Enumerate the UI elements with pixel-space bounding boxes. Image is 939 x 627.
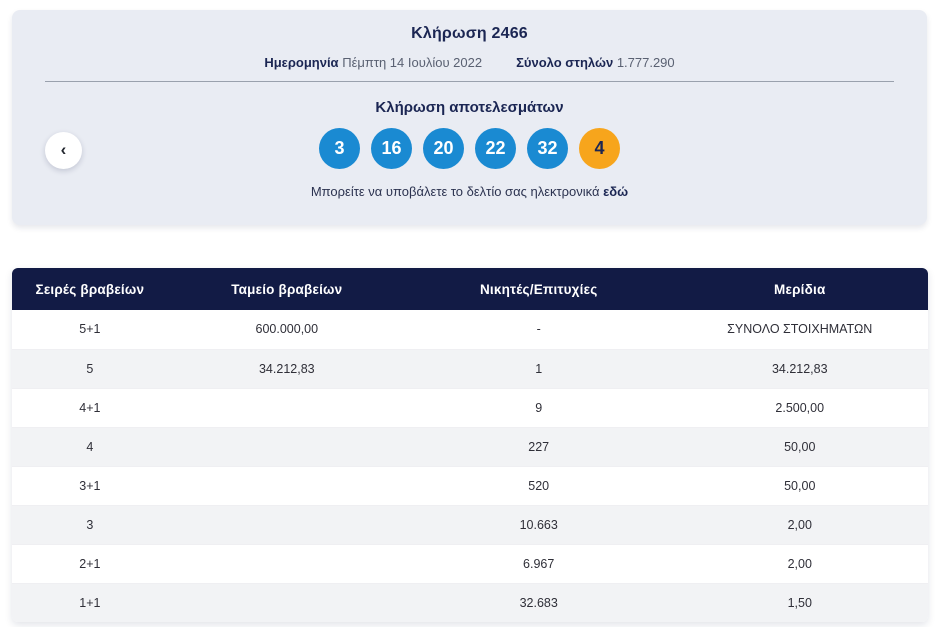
- winners-cell: 520: [405, 466, 672, 506]
- fund-cell: 600.000,00: [167, 310, 406, 350]
- winners-cell: 6.967: [405, 544, 672, 584]
- tier-cell: 2+1: [12, 544, 168, 584]
- table-row: 5 34.212,83 1 34.212,83: [12, 349, 928, 389]
- header-prize-fund: Ταμείο βραβείων: [167, 268, 406, 310]
- fund-cell: 34.212,83: [167, 349, 406, 389]
- tier-cell: 5+1: [12, 310, 168, 350]
- winning-numbers-row: 3 16 20 22 32 4: [12, 128, 927, 169]
- table-row: 2+1 6.967 2,00: [12, 544, 928, 584]
- fund-cell: [167, 427, 406, 467]
- draw-date-value: Πέμπτη 14 Ιουλίου 2022: [342, 55, 483, 70]
- shares-cell: 2.500,00: [671, 388, 928, 428]
- fund-cell: [167, 544, 406, 584]
- winning-number-ball: 3: [319, 128, 360, 169]
- tier-cell: 3+1: [12, 466, 168, 506]
- tier-cell: 1+1: [12, 583, 168, 622]
- winners-cell: 32.683: [405, 583, 672, 622]
- winning-number-ball: 22: [475, 128, 516, 169]
- total-columns: Σύνολο στηλών 1.777.290: [516, 55, 675, 70]
- chevron-left-icon: ‹: [60, 140, 67, 159]
- draw-meta: Ημερομηνία Πέμπτη 14 Ιουλίου 2022 Σύνολο…: [12, 55, 927, 70]
- fund-cell: [167, 388, 406, 428]
- shares-cell: 2,00: [671, 505, 928, 545]
- panel-divider: [45, 81, 894, 82]
- winning-number-ball: 20: [423, 128, 464, 169]
- winners-cell: 1: [405, 349, 672, 389]
- table-row: 4+1 9 2.500,00: [12, 388, 928, 428]
- table-row: 5+1 600.000,00 - ΣΥΝΟΛΟ ΣΤΟΙΧΗΜΑΤΩΝ: [12, 310, 928, 350]
- winners-cell: 227: [405, 427, 672, 467]
- table-row: 3+1 520 50,00: [12, 466, 928, 506]
- table-row: 1+1 32.683 1,50: [12, 583, 928, 622]
- winners-cell: -: [405, 310, 672, 350]
- shares-cell: 34.212,83: [671, 349, 928, 389]
- prizes-table-header-row: Σειρές βραβείων Ταμείο βραβείων Νικητές/…: [12, 268, 928, 310]
- tier-cell: 4+1: [12, 388, 168, 428]
- total-columns-label: Σύνολο στηλών: [516, 55, 614, 70]
- header-prize-tiers: Σειρές βραβείων: [12, 268, 168, 310]
- prizes-table-container: Σειρές βραβείων Ταμείο βραβείων Νικητές/…: [12, 268, 928, 622]
- shares-cell: 1,50: [671, 583, 928, 622]
- submit-note-text: Μπορείτε να υποβάλετε το δελτίο σας ηλεκ…: [310, 184, 600, 199]
- winning-number-ball: 32: [527, 128, 568, 169]
- fund-cell: [167, 466, 406, 506]
- bonus-number-ball: 4: [579, 128, 620, 169]
- winning-number-ball: 16: [371, 128, 412, 169]
- header-winners: Νικητές/Επιτυχίες: [405, 268, 672, 310]
- fund-cell: [167, 583, 406, 622]
- tier-cell: 5: [12, 349, 168, 389]
- shares-cell: 50,00: [671, 427, 928, 467]
- winners-cell: 10.663: [405, 505, 672, 545]
- submit-note-link[interactable]: εδώ: [603, 184, 628, 199]
- shares-cell: ΣΥΝΟΛΟ ΣΤΟΙΧΗΜΑΤΩΝ: [671, 310, 928, 350]
- draw-title: Κλήρωση 2466: [411, 25, 528, 42]
- table-row: 4 227 50,00: [12, 427, 928, 467]
- winners-cell: 9: [405, 388, 672, 428]
- draw-date-label: Ημερομηνία: [264, 55, 339, 70]
- tier-cell: 4: [12, 427, 168, 467]
- draw-date: Ημερομηνία Πέμπτη 14 Ιουλίου 2022: [264, 55, 482, 70]
- header-shares: Μερίδια: [671, 268, 928, 310]
- prizes-table: Σειρές βραβείων Ταμείο βραβείων Νικητές/…: [12, 268, 928, 622]
- results-heading: Κλήρωση αποτελεσμάτων: [375, 99, 564, 116]
- table-row: 3 10.663 2,00: [12, 505, 928, 545]
- previous-draw-button[interactable]: ‹: [45, 132, 82, 169]
- shares-cell: 50,00: [671, 466, 928, 506]
- shares-cell: 2,00: [671, 544, 928, 584]
- draw-panel: Κλήρωση 2466 Ημερομηνία Πέμπτη 14 Ιουλίο…: [12, 10, 927, 225]
- total-columns-value: 1.777.290: [616, 55, 675, 70]
- fund-cell: [167, 505, 406, 545]
- tier-cell: 3: [12, 505, 168, 545]
- submit-note: Μπορείτε να υποβάλετε το δελτίο σας ηλεκ…: [12, 184, 927, 199]
